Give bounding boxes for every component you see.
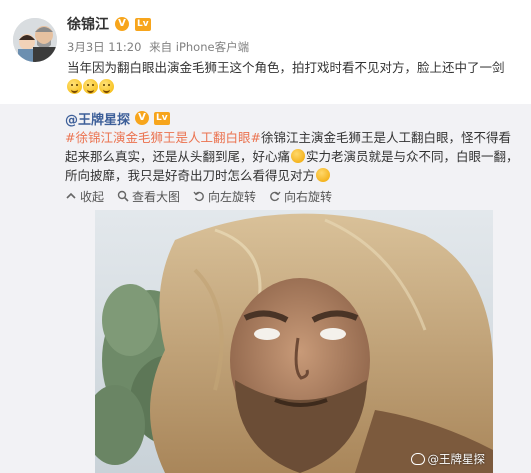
collapse-label: 收起 [80,189,105,204]
view-large-label: 查看大图 [132,189,181,204]
laugh-cry-emoji [99,79,114,94]
magnifier-icon [117,190,129,202]
rotate-left-button[interactable]: 向左旋转 [193,188,256,205]
post-timestamp[interactable]: 3月3日 11:20 [67,40,141,54]
level-icon[interactable]: Lv [154,111,170,125]
repost-author[interactable]: @王牌星探 [65,109,130,128]
image-toolbar: 收起 查看大图 向左旋转 向右旋转 [65,187,332,205]
repost-header: @王牌星探 V Lv [65,109,170,128]
collapse-button[interactable]: 收起 [65,188,104,205]
repost-text: #徐锦江演金毛狮王是人工翻白眼#徐锦江主演金毛狮王是人工翻白眼，怪不得看起来那么… [65,128,523,185]
weibo-logo-icon [410,453,425,465]
laugh-cry-emoji [67,79,82,94]
sad-emoji-icon [291,149,306,163]
verified-icon[interactable]: V [115,17,129,31]
avatar-photo [13,18,57,62]
post-image[interactable]: @王牌星探 [95,210,493,473]
rotate-right-button[interactable]: 向右旋转 [269,188,332,205]
watermark: @王牌星探 [410,451,486,467]
post-meta: 3月3日 11:20 来自 iPhone客户端 [67,39,253,55]
post-emoji-row [67,79,114,94]
smile-emoji-icon [316,168,331,182]
avatar[interactable] [13,18,57,62]
rotate-left-icon [193,191,204,202]
hashtag-link[interactable]: #徐锦江演金毛狮王是人工翻白眼# [65,130,261,145]
rotate-left-label: 向左旋转 [208,189,257,204]
post-source: 来自 iPhone客户端 [149,40,250,54]
level-icon[interactable]: Lv [135,17,151,31]
rotate-right-icon [270,191,281,202]
weibo-post: 徐锦江 V Lv 3月3日 11:20 来自 iPhone客户端 当年因为翻白眼… [0,0,531,100]
author-row: 徐锦江 V Lv [67,14,151,34]
rotate-right-label: 向右旋转 [284,189,333,204]
collapse-icon [66,192,76,199]
post-text: 当年因为翻白眼出演金毛狮王这个角色，拍打戏时看不见对方，脸上还中了一剑 [67,60,505,75]
laugh-cry-emoji [83,79,98,94]
actor-photo [95,210,493,473]
author-name[interactable]: 徐锦江 [67,14,109,34]
repost-card: @王牌星探 V Lv #徐锦江演金毛狮王是人工翻白眼#徐锦江主演金毛狮王是人工翻… [0,104,531,473]
view-large-button[interactable]: 查看大图 [117,188,180,205]
verified-icon[interactable]: V [135,111,150,125]
watermark-text: @王牌星探 [427,452,486,466]
